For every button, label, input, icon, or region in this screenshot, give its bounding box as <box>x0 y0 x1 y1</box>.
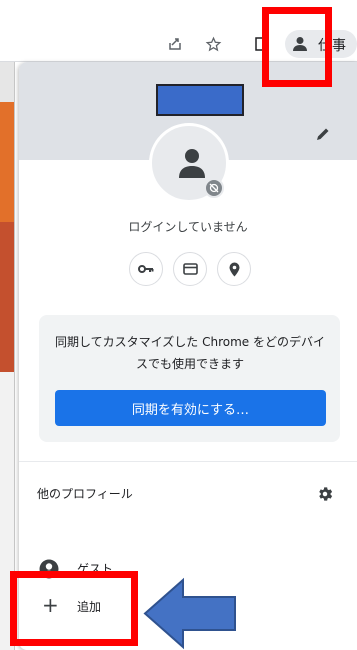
gear-icon[interactable] <box>316 485 334 503</box>
addresses-button[interactable] <box>217 252 251 286</box>
annotation-highlight-profile-button <box>262 7 332 87</box>
star-icon-glyph <box>205 36 221 51</box>
key-icon <box>138 265 154 273</box>
page-edge-line <box>14 62 15 650</box>
share-icon[interactable] <box>163 32 187 56</box>
annotation-arrow-icon <box>143 577 236 650</box>
profile-menu-popup: ログインしていません 同期してカスタマイズした Chrome をどのデバイスでも… <box>19 62 357 650</box>
share-icon-glyph <box>169 38 181 50</box>
page-background-strip <box>0 222 14 372</box>
star-icon[interactable] <box>201 32 225 56</box>
location-icon <box>229 262 239 276</box>
page-background-strip <box>0 62 14 102</box>
page-background-strip <box>0 102 14 222</box>
turn-on-sync-button[interactable]: 同期を有効にする… <box>55 390 326 426</box>
annotation-highlight-add-item <box>10 571 138 646</box>
sync-off-badge-icon <box>204 178 224 198</box>
credit-card-icon <box>182 263 198 275</box>
redacted-name-box <box>156 84 244 116</box>
other-profiles-heading: 他のプロフィール <box>37 487 133 501</box>
person-avatar-icon <box>179 149 205 178</box>
passwords-button[interactable] <box>129 252 163 286</box>
sync-promo-text: 同期してカスタマイズした Chrome をどのデバイスでも使用できます <box>55 335 325 371</box>
section-divider <box>19 461 357 462</box>
sync-promo-card: 同期してカスタマイズした Chrome をどのデバイスでも使用できます 同期を有… <box>39 315 340 442</box>
avatar <box>149 123 229 203</box>
sync-off-icon <box>209 183 219 193</box>
sign-in-status-text: ログインしていません <box>128 220 248 234</box>
payment-methods-button[interactable] <box>173 252 207 286</box>
edit-pencil-icon[interactable] <box>315 126 331 142</box>
